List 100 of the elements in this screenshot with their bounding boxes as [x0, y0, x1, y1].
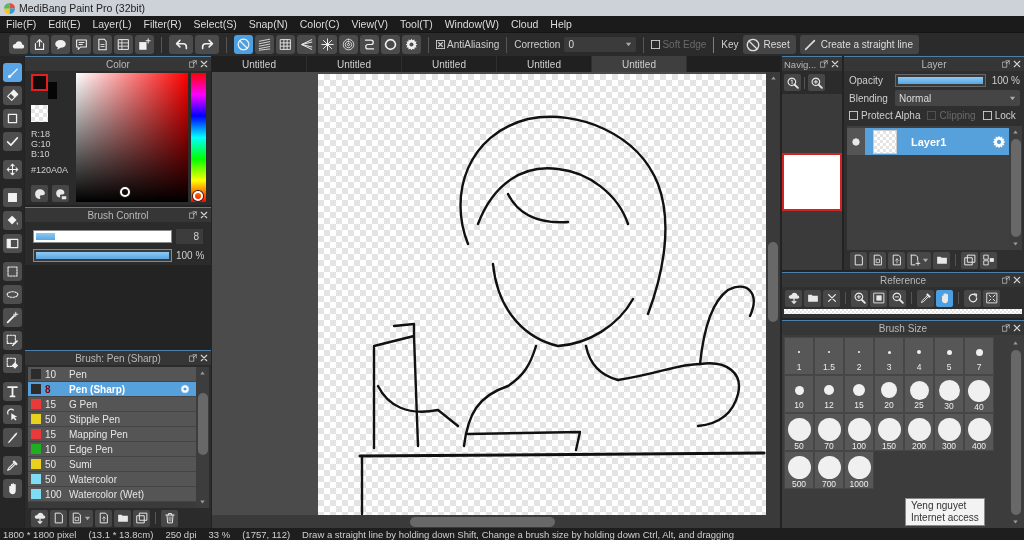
menu-item[interactable]: Color(C): [293, 17, 346, 31]
tool-button[interactable]: [2, 211, 22, 230]
brush-list-item[interactable]: 50 Stipple Pen: [28, 412, 196, 427]
popout-icon[interactable]: [189, 60, 197, 68]
brush-size-option[interactable]: 1000: [844, 451, 874, 489]
brush-size-option[interactable]: 200: [904, 413, 934, 451]
layer-tool-button[interactable]: [888, 251, 905, 269]
brush-size-field[interactable]: 8: [176, 229, 203, 244]
reference-tool-button[interactable]: [870, 289, 887, 307]
tool-button[interactable]: [2, 63, 22, 82]
brush-size-option[interactable]: 1: [784, 337, 814, 375]
toolbar-button[interactable]: [135, 35, 154, 54]
hue-slider[interactable]: [191, 73, 206, 202]
visibility-dot-icon[interactable]: [852, 137, 860, 146]
color-picker-handle[interactable]: [120, 187, 130, 197]
brush-size-option[interactable]: 40: [964, 375, 994, 413]
scrollbar-thumb[interactable]: [1010, 350, 1021, 515]
scrollbar-thumb[interactable]: [1010, 139, 1021, 237]
tool-button[interactable]: [2, 160, 22, 179]
brush-tool-button[interactable]: [50, 509, 67, 527]
close-icon[interactable]: [200, 354, 208, 362]
navigator-preview[interactable]: [782, 153, 842, 211]
snap-button[interactable]: [297, 35, 316, 54]
hue-slider-thumb[interactable]: [193, 191, 203, 201]
reference-tool-button[interactable]: [964, 289, 981, 307]
brush-tool-button[interactable]: [31, 509, 48, 527]
foreground-color-swatch[interactable]: [31, 74, 48, 91]
layer-tool-button[interactable]: [961, 251, 978, 269]
menu-item[interactable]: Filter(R): [137, 17, 188, 31]
scrollbar-thumb[interactable]: [197, 393, 208, 455]
reference-tool-button[interactable]: [983, 289, 1000, 307]
brush-size-option[interactable]: 10: [784, 375, 814, 413]
gear-icon[interactable]: [180, 384, 190, 394]
brush-size-option[interactable]: 15: [844, 375, 874, 413]
brush-list-item[interactable]: 15 Mapping Pen: [28, 427, 196, 442]
tool-button[interactable]: [2, 285, 22, 304]
tool-button[interactable]: [2, 234, 22, 253]
layer-tool-button[interactable]: [980, 251, 997, 269]
menu-item[interactable]: Help: [544, 17, 578, 31]
brush-size-option[interactable]: 2: [844, 337, 874, 375]
brush-size-option[interactable]: 100: [844, 413, 874, 451]
popout-icon[interactable]: [1002, 324, 1010, 332]
toolbar-button[interactable]: [51, 35, 70, 54]
close-icon[interactable]: [1013, 60, 1021, 68]
reference-tool-button[interactable]: [804, 289, 821, 307]
canvas-paper[interactable]: [318, 74, 766, 515]
snap-button[interactable]: [360, 35, 379, 54]
menu-item[interactable]: Select(S): [187, 17, 243, 31]
brush-list-item[interactable]: 50 Watercolor: [28, 472, 196, 487]
menu-item[interactable]: Window(W): [438, 17, 505, 31]
popout-icon[interactable]: [1002, 60, 1010, 68]
popout-icon[interactable]: [1002, 276, 1010, 284]
brush-size-option[interactable]: 3: [874, 337, 904, 375]
brush-list-item[interactable]: 10 Pen: [28, 367, 196, 382]
layer-tool-button[interactable]: [933, 251, 950, 269]
reference-tool-button[interactable]: [851, 289, 868, 307]
gear-icon[interactable]: [992, 134, 1006, 149]
scrollbar[interactable]: [212, 515, 780, 528]
toolbar-button[interactable]: [30, 35, 49, 54]
tool-button[interactable]: [2, 382, 22, 401]
toolbar-button[interactable]: [9, 35, 28, 54]
brush-size-option[interactable]: 700: [814, 451, 844, 489]
toolbar-button[interactable]: [72, 35, 91, 54]
snap-button[interactable]: [318, 35, 337, 54]
tool-button[interactable]: [2, 456, 22, 475]
toolbar-button[interactable]: [114, 35, 133, 54]
menu-item[interactable]: Layer(L): [86, 17, 138, 31]
reference-tool-button[interactable]: [785, 289, 802, 307]
menu-item[interactable]: Snap(N): [242, 17, 294, 31]
brush-size-option[interactable]: 25: [904, 375, 934, 413]
snap-button[interactable]: [255, 35, 274, 54]
reference-tool-button[interactable]: [823, 289, 840, 307]
popout-icon[interactable]: [189, 211, 197, 219]
scrollbar[interactable]: [766, 72, 780, 515]
layer-tool-button[interactable]: [850, 251, 867, 269]
close-icon[interactable]: [831, 60, 839, 68]
menu-item[interactable]: View(V): [345, 17, 394, 31]
brush-size-option[interactable]: 20: [874, 375, 904, 413]
background-color-swatch[interactable]: [48, 82, 57, 99]
brush-size-option[interactable]: 300: [934, 413, 964, 451]
brush-size-option[interactable]: 7: [964, 337, 994, 375]
correction-dropdown[interactable]: 0: [564, 37, 637, 52]
brush-size-option[interactable]: 50: [784, 413, 814, 451]
close-icon[interactable]: [1013, 324, 1021, 332]
tool-button[interactable]: [2, 479, 22, 498]
transparent-color-swatch[interactable]: [31, 105, 48, 122]
close-icon[interactable]: [200, 60, 208, 68]
brush-size-option[interactable]: 1.5: [814, 337, 844, 375]
menu-item[interactable]: Cloud: [504, 17, 545, 31]
brush-size-option[interactable]: 4: [904, 337, 934, 375]
close-icon[interactable]: [1013, 276, 1021, 284]
brush-list-item[interactable]: 50 Sumi: [28, 457, 196, 472]
snap-button[interactable]: [402, 35, 421, 54]
brush-list-item[interactable]: 15 G Pen: [28, 397, 196, 412]
tool-button[interactable]: [2, 188, 22, 207]
saturation-value-picker[interactable]: [76, 73, 188, 202]
snap-button[interactable]: [276, 35, 295, 54]
toolbar-button[interactable]: [93, 35, 112, 54]
brush-tool-button[interactable]: [133, 509, 150, 527]
brush-size-option[interactable]: 5: [934, 337, 964, 375]
